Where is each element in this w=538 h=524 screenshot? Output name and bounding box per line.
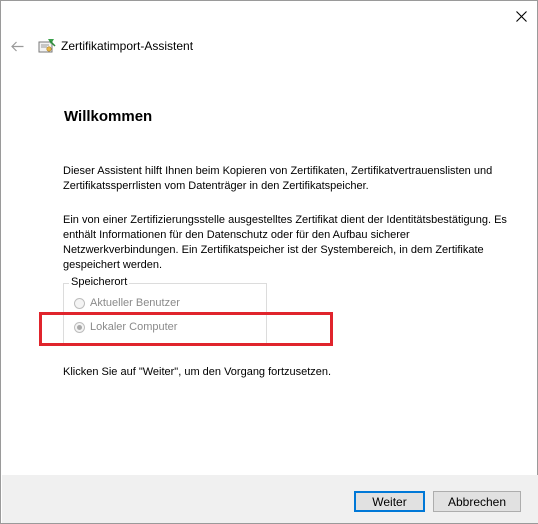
radio-button-icon bbox=[74, 297, 85, 309]
radio-label: Aktueller Benutzer bbox=[90, 297, 180, 309]
certificate-icon bbox=[38, 39, 56, 53]
page-heading: Willkommen bbox=[64, 108, 153, 125]
close-button[interactable] bbox=[505, 1, 537, 31]
close-icon bbox=[515, 10, 527, 22]
intro-paragraph: Dieser Assistent hilft Ihnen beim Kopier… bbox=[63, 165, 493, 192]
radio-current-user[interactable]: Aktueller Benutzer bbox=[74, 297, 180, 309]
highlight-box bbox=[39, 312, 333, 346]
continue-hint: Klicken Sie auf "Weiter", um den Vorgang… bbox=[63, 366, 332, 378]
next-button[interactable]: Weiter bbox=[354, 491, 425, 512]
window-title: Zertifikatimport-Assistent bbox=[61, 39, 194, 53]
storage-location-legend: Speicherort bbox=[69, 276, 130, 288]
wizard-window: Zertifikatimport-Assistent Willkommen Di… bbox=[0, 0, 538, 524]
back-button[interactable] bbox=[7, 36, 27, 56]
cancel-button[interactable]: Abbrechen bbox=[433, 491, 521, 512]
info-paragraph: Ein von einer Zertifizierungsstelle ausg… bbox=[63, 214, 507, 271]
back-arrow-icon bbox=[10, 41, 23, 51]
